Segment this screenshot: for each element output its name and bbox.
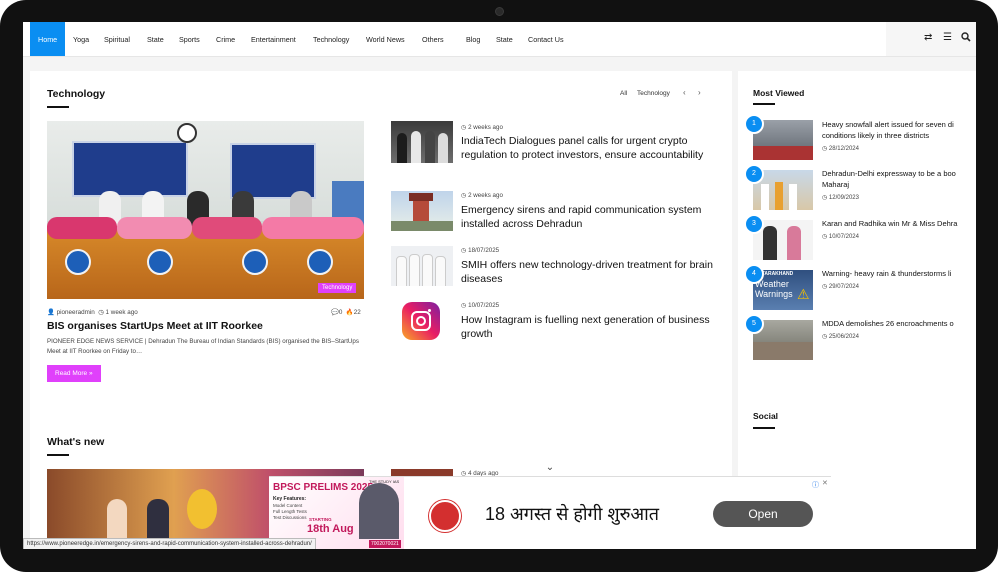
featured-image[interactable]: Technology [47,121,364,299]
author-link[interactable]: pioneeradmin [57,309,95,316]
search-icon[interactable] [961,32,971,45]
rank-badge: 1 [744,114,764,134]
most-viewed-date-1: ◷ 28/12/2024 [822,146,859,152]
clock-icon: ◷ [461,247,467,254]
user-icon: 👤 [47,309,55,316]
clock-icon: ◷ [98,309,104,316]
comment-icon: 💬 [331,309,339,316]
filter-technology[interactable]: Technology [637,90,670,97]
sidebar-title-social: Social [753,411,779,421]
menu-icon[interactable]: ☰ [943,32,952,43]
nav-home[interactable]: Home [30,22,66,56]
rank-badge: 4 [744,264,764,284]
most-viewed-date-3: ◷ 10/07/2024 [822,234,859,240]
most-viewed-date-5: ◷ 25/06/2024 [822,334,859,340]
clock-icon: ◷ [461,192,467,199]
ad-logo [429,500,461,532]
nav-state-2[interactable]: State [496,22,513,56]
filter-all[interactable]: All [620,90,627,97]
most-viewed-title-2[interactable]: Dehradun-Delhi expressway to be a boo Mah… [822,168,976,190]
browser-viewport: Home Yoga Spiritual State Sports Crime E… [23,22,976,549]
most-viewed-title-3[interactable]: Karan and Radhika win Mr & Miss Dehra [822,218,976,229]
instagram-icon[interactable] [401,301,443,343]
clock-icon: ◷ [822,284,828,290]
list-date-3: ◷ 18/07/2025 [461,247,500,254]
list-thumb-1[interactable] [391,121,453,163]
clock-icon: ◷ [461,302,467,309]
featured-excerpt: PIONEER EDGE NEWS SERVICE | Dehradun The… [47,338,359,355]
featured-title[interactable]: BIS organises StartUps Meet at IIT Roork… [47,320,263,332]
section-title-whats-new: What's new [47,436,105,448]
flame-icon: 🔥 [345,309,354,316]
view-count: 22 [353,309,361,316]
ad-open-button[interactable]: Open [713,501,813,527]
nav-blog[interactable]: Blog [466,22,480,56]
next-arrow-icon[interactable]: › [698,88,701,97]
nav-sports[interactable]: Sports [179,22,200,56]
list-thumb-2[interactable] [391,191,453,231]
featured-stats: 💬0 🔥22 [331,308,361,316]
clock-icon: ◷ [822,146,828,152]
nav-entertainment[interactable]: Entertainment [251,22,296,56]
clock-icon: ◷ [822,195,828,201]
rank-badge: 3 [744,214,764,234]
warning-icon: ⚠ [797,286,810,302]
section-underline [753,427,775,429]
nav-crime[interactable]: Crime [216,22,235,56]
clock-icon: ◷ [461,124,467,131]
ad-banner[interactable]: BPSC PRELIMS 2025 Key Features: Model Co… [269,476,831,549]
most-viewed-title-1[interactable]: Heavy snowfall alert issued for seven di… [822,119,976,141]
nav-contact-us[interactable]: Contact Us [528,22,564,56]
ad-collapse-chevron-icon[interactable]: ⌄ [535,460,565,476]
sidebar-title-most-viewed: Most Viewed [753,88,805,98]
nav-spiritual[interactable]: Spiritual [104,22,130,56]
list-title-2[interactable]: Emergency sirens and rapid communication… [461,203,716,231]
nav-world-news[interactable]: World News [366,22,405,56]
most-viewed-date-2: ◷ 12/09/2023 [822,195,859,201]
section-underline [47,106,69,108]
main-navigation: Home Yoga Spiritual State Sports Crime E… [23,22,976,57]
clock-icon: ◷ [822,334,828,340]
rank-badge: 5 [744,314,764,334]
rank-badge: 2 [744,164,764,184]
section-title-technology: Technology [47,88,106,100]
nav-state[interactable]: State [147,22,164,56]
post-time: 1 week ago [105,309,138,316]
list-date-1: ◷ 2 weeks ago [461,124,503,131]
section-underline [753,103,775,105]
device-frame: Home Yoga Spiritual State Sports Crime E… [0,0,998,572]
nav-technology[interactable]: Technology [313,22,349,56]
list-title-4[interactable]: How Instagram is fuelling next generatio… [461,313,716,341]
ad-close-icon[interactable]: ✕ [822,479,828,487]
prev-arrow-icon[interactable]: ‹ [683,88,686,97]
list-title-3[interactable]: SMIH offers new technology-driven treatm… [461,258,716,286]
list-thumb-3[interactable] [391,246,453,286]
category-tag[interactable]: Technology [318,283,357,293]
featured-meta: 👤 pioneeradmin ◷ 1 week ago [47,308,138,316]
most-viewed-title-5[interactable]: MDDA demolishes 26 encroachments o [822,318,976,329]
comment-count: 0 [338,309,343,316]
nav-others[interactable]: Others [422,22,444,56]
most-viewed-title-4[interactable]: Warning- heavy rain & thunderstorms li [822,268,976,279]
nav-tools: ⇄ ☰ [886,22,976,56]
ad-info-icon[interactable]: ⓘ [812,480,819,490]
nav-yoga[interactable]: Yoga [73,22,89,56]
list-date-2: ◷ 2 weeks ago [461,192,503,199]
status-bar-url: https://www.pioneeredge.in/emergency-sir… [23,538,316,549]
shuffle-icon[interactable]: ⇄ [924,32,932,43]
read-more-button[interactable]: Read More » [47,365,101,382]
section-underline [47,454,69,456]
clock-icon: ◷ [822,234,828,240]
list-title-1[interactable]: IndiaTech Dialogues panel calls for urge… [461,134,716,162]
camera-dot [495,7,504,16]
ad-headline-hindi[interactable]: 18 अगस्त से होगी शुरुआत [485,502,659,526]
list-date-4: ◷ 10/07/2025 [461,302,500,309]
most-viewed-date-4: ◷ 29/07/2024 [822,284,859,290]
